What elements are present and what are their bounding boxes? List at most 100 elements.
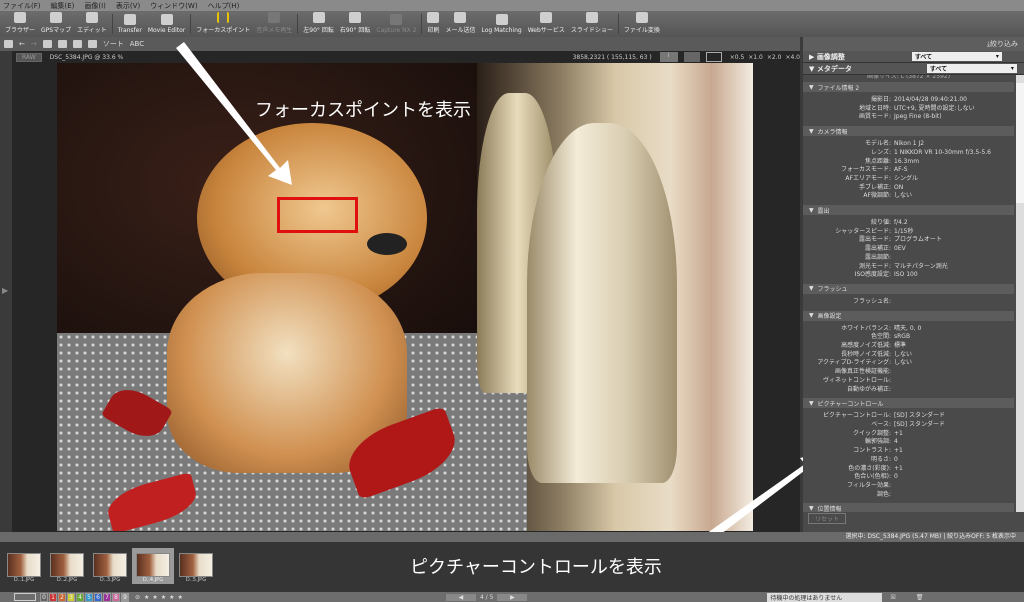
metadata-section-header[interactable]: ▼ ピクチャーコントロール — [803, 398, 1014, 409]
queue-dropdown[interactable]: 待機中の処理はありません — [767, 592, 883, 602]
thumbnail-label: D..3.JPG — [99, 577, 121, 583]
metadata-select[interactable]: すべて ▾ — [926, 64, 1017, 73]
metadata-value: しない — [894, 192, 913, 200]
metadata-value: 0 — [894, 473, 898, 481]
thumbnail-image — [7, 553, 41, 577]
metadata-row: AFエリアモード: シングル — [803, 175, 1014, 184]
color-label[interactable]: 7 — [103, 592, 111, 602]
color-label[interactable]: 5 — [85, 592, 93, 602]
color-label[interactable]: 2 — [58, 592, 66, 602]
metadata-key: 色の濃さ(彩度): — [848, 464, 891, 472]
thumbnail[interactable]: D..3.JPG — [89, 548, 131, 584]
star-rating[interactable]: ★★★★★ — [144, 594, 186, 601]
status-bar: 選択中: DSC_5384.JPG (5.47 MB) | 絞り込みOFF: 5… — [0, 532, 1024, 542]
metadata-value: f/4.2 — [894, 219, 908, 227]
metadata-key: 高感度ノイズ低減: — [841, 342, 891, 350]
metadata-row: 地域と日時: UTC+9, 夏時間の設定:しない — [803, 105, 1014, 114]
color-label[interactable]: 8 — [112, 592, 120, 602]
metadata-row: 露出補正: 0EV — [803, 245, 1014, 254]
metadata-key: 色合い(色相): — [854, 473, 891, 481]
metadata-title: メタデータ — [816, 64, 852, 73]
thumbnail-image — [179, 553, 213, 577]
section-title: ピクチャーコントロール — [817, 400, 884, 408]
metadata-section-header[interactable]: ▼ カメラ情報 — [803, 126, 1014, 137]
metadata-row: フォーカスモード: AF-S — [803, 166, 1014, 175]
color-label[interactable]: 6 — [94, 592, 102, 602]
no-rating-icon[interactable]: ⊘ — [135, 594, 140, 601]
thumbnail[interactable]: D..5.JPG — [175, 548, 217, 584]
metadata-value: Jpeg Fine (8-bit) — [894, 113, 942, 121]
metadata-row: アクティブD-ライティング: しない — [803, 359, 1014, 368]
adjust-select-value: すべて — [914, 54, 933, 61]
metadata-value: +1 — [894, 464, 903, 472]
metadata-key: AF微調節: — [863, 192, 891, 200]
metadata-key: レンズ: — [871, 148, 891, 156]
metadata-value: シングル — [894, 174, 919, 182]
metadata-row: コントラスト: +1 — [803, 447, 1014, 456]
metadata-value: 16.3mm — [894, 157, 920, 165]
section-title: 画像設定 — [817, 313, 842, 321]
scrollbar[interactable] — [1016, 75, 1024, 512]
metadata-value: 晴天, 0, 0 — [894, 324, 922, 332]
thumbnail[interactable]: D..4.JPG — [132, 548, 174, 584]
metadata-section-header[interactable]: ▼ ファイル情報 2 — [803, 82, 1014, 92]
grid-view-icon[interactable] — [14, 593, 36, 601]
metadata-row: 輪郭強調: 4 — [803, 438, 1014, 447]
reset-button[interactable]: リセット — [808, 512, 847, 524]
metadata-row: ベース: [SD] スタンダード — [803, 421, 1014, 430]
metadata-row: 露出モード: プログラムオート — [803, 236, 1014, 245]
metadata-value: しない — [894, 359, 913, 367]
page-indicator: 4 / 5 — [479, 593, 494, 601]
color-label[interactable]: 1 — [49, 592, 57, 602]
metadata-value: +1 — [894, 429, 903, 437]
thumbnail[interactable]: D..1.JPG — [3, 548, 45, 584]
filter-button[interactable]: 絞り込み — [990, 39, 1018, 49]
metadata-section-header[interactable]: ▼ 画像設定 — [803, 310, 1014, 321]
adjust-select[interactable]: すべて ▾ — [911, 52, 1002, 61]
metadata-row: AF微調節: しない — [803, 192, 1014, 201]
metadata-row: ISO感度設定: ISO 100 — [803, 271, 1014, 280]
metadata-cut-row: 画像サイズ: L (3872 × 2592) — [866, 75, 951, 80]
metadata-value — [891, 368, 894, 377]
prev-button[interactable]: ◀ — [445, 593, 476, 601]
metadata-header[interactable]: ▼ メタデータ すべて ▾ — [803, 63, 1024, 75]
image-adjust-title: 画像調整 — [816, 52, 845, 61]
metadata-key: 色空間: — [870, 333, 891, 341]
metadata-value: 0EV — [894, 245, 906, 253]
metadata-key: ISO感度設定: — [854, 271, 891, 279]
metadata-section-header[interactable]: ▼ フラッシュ — [803, 283, 1014, 294]
section-title: フラッシュ — [817, 286, 848, 294]
metadata-key: アクティブD-ライティング: — [817, 359, 891, 367]
color-label[interactable]: 3 — [67, 592, 75, 602]
metadata-row: 高感度ノイズ低減: 標準 — [803, 342, 1014, 351]
metadata-row: 画質モード: Jpeg Fine (8-bit) — [803, 113, 1014, 122]
metadata-key: 画像真正性検証機能: — [834, 368, 891, 376]
metadata-value: sRGB — [894, 333, 911, 341]
image-adjust-header[interactable]: ▶ 画像調整 すべて ▾ — [803, 51, 1024, 63]
metadata-row: フラッシュ名: — [803, 298, 1014, 307]
metadata-key: 調色: — [876, 490, 891, 498]
metadata-section-header[interactable]: ▼ 露出 — [803, 205, 1014, 216]
metadata-key: 露出モード: — [858, 236, 891, 244]
color-label[interactable]: 4 — [76, 592, 84, 602]
metadata-value: 0 — [894, 455, 898, 463]
metadata-key: フラッシュ名: — [852, 297, 891, 305]
metadata-value: [SD] スタンダード — [894, 412, 946, 420]
thumbnail-image — [50, 553, 84, 577]
metadata-row: 調色: — [803, 491, 1014, 500]
color-label[interactable]: 0 — [40, 592, 48, 602]
cancel-icon[interactable]: ☒ — [890, 594, 895, 601]
trash-icon[interactable]: 🗑 — [916, 594, 924, 601]
color-labels: 0123456789 — [40, 592, 129, 602]
thumbnail[interactable]: D..2.JPG — [46, 548, 88, 584]
metadata-key: 撮影日: — [870, 96, 891, 103]
metadata-row: 露出調節: — [803, 254, 1014, 263]
next-button[interactable]: ▶ — [497, 593, 528, 601]
metadata-row: ヴィネットコントロール: — [803, 377, 1014, 386]
metadata-key: 露出補正: — [864, 245, 891, 253]
metadata-section-header[interactable]: ▼ 位置情報 — [803, 503, 1014, 512]
color-label[interactable]: 9 — [121, 592, 129, 602]
metadata-value: +1 — [894, 447, 903, 455]
thumbnail-label: D..2.JPG — [56, 577, 78, 583]
metadata-value: AF-S — [894, 166, 908, 174]
